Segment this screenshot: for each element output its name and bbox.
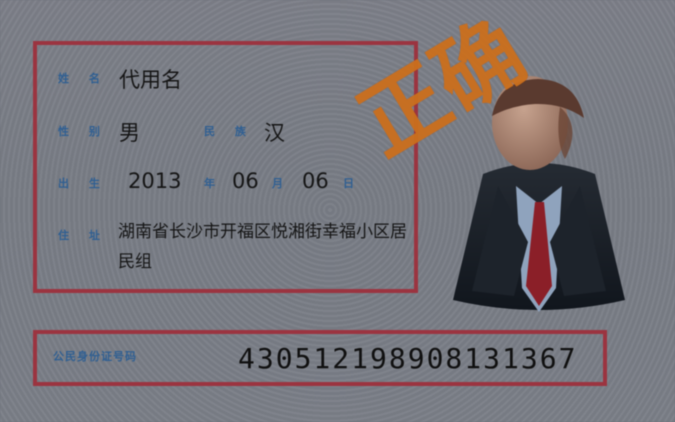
gender-value: 男 [119,121,140,145]
day-label: 日 [343,177,359,190]
birth-year: 2013 [128,169,182,193]
id-card: 姓 名 代用名 性 别 男 民 族 汉 出 生 2013 年 06 月 06 日… [0,0,675,422]
birth-day: 06 [302,169,329,193]
gender-label: 性 别 [58,125,108,138]
birth-label: 出 生 [58,177,108,190]
year-label: 年 [204,177,220,190]
id-label: 公民身份证号码 [53,350,137,363]
birth-month: 06 [232,169,259,193]
name-value: 代用名 [119,68,182,92]
ethnicity-label: 民 族 [204,125,254,138]
ethnicity-value: 汉 [264,121,285,145]
id-number: 430512198908131367 [238,342,578,375]
name-label: 姓 名 [58,72,108,85]
address-label: 住 址 [58,229,108,242]
month-label: 月 [272,177,288,190]
address-value: 湖南省长沙市开福区悦湘街幸福小区居民组 [118,222,407,272]
